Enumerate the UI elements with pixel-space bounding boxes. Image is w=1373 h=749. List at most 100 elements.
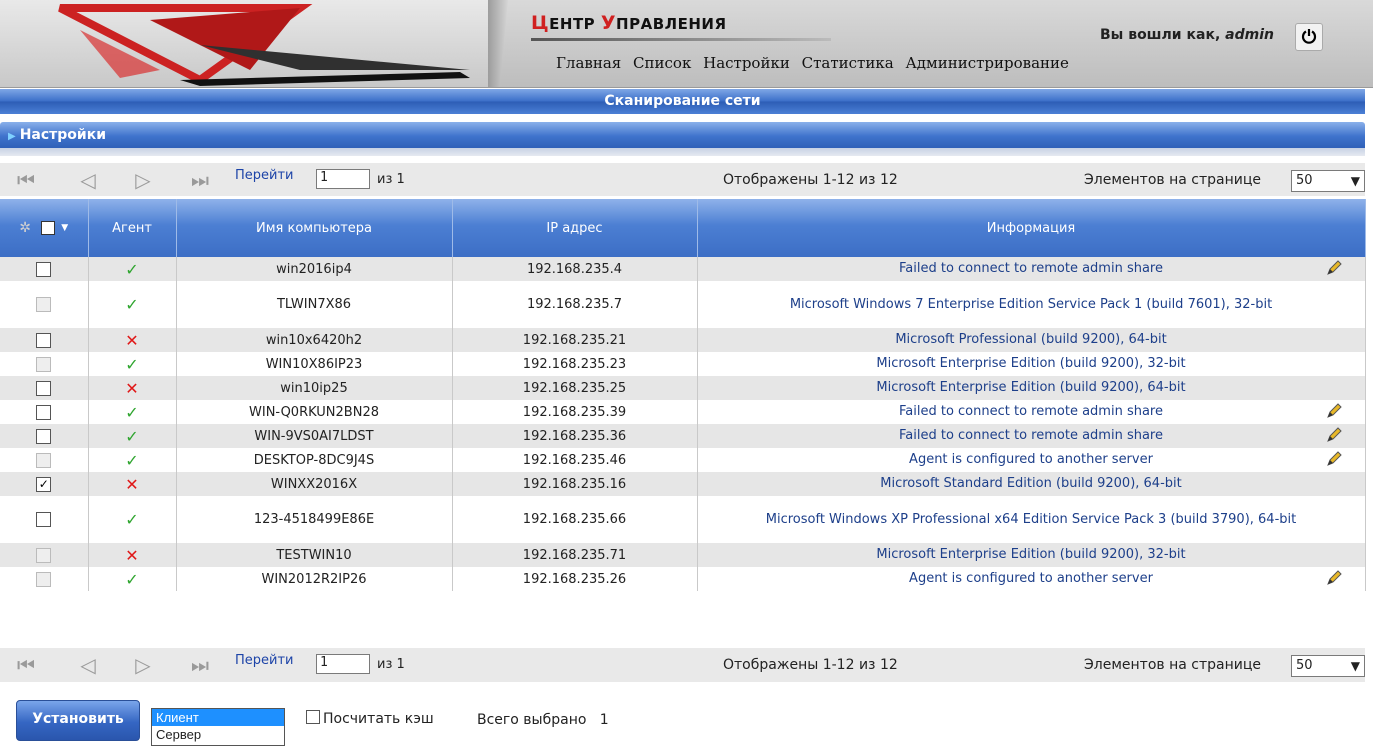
role-option-client[interactable]: Клиент	[152, 709, 284, 726]
row-checkbox[interactable]	[36, 332, 52, 348]
cross-icon: ✕	[125, 378, 139, 398]
ip-address-cell: 192.168.235.4	[452, 257, 698, 281]
table-row[interactable]: ✕ win10x6420h2 192.168.235.21 Microsoft Pro…	[0, 328, 1366, 352]
table-row[interactable]: ✕ TESTWIN10 192.168.235.71 Microsoft Enterp…	[0, 543, 1366, 567]
role-option-server[interactable]: Сервер	[152, 726, 284, 743]
gear-icon[interactable]: ✲	[19, 220, 31, 236]
table-row[interactable]: ✓ 123-4518499E86E 192.168.235.66 Microsoft …	[0, 496, 1366, 543]
first-page-icon[interactable]: ⏮	[14, 654, 38, 676]
login-prefix: Вы вошли как,	[1100, 27, 1221, 43]
per-page-select[interactable]: 50 ▼	[1291, 655, 1365, 677]
agent-cell: ✓	[88, 496, 177, 543]
info-cell: Microsoft Windows 7 Enterprise Edition S…	[697, 281, 1366, 328]
header-separator	[488, 0, 508, 87]
computer-name-cell: WINXX2016X	[176, 472, 453, 496]
total-selected-value: 1	[599, 712, 609, 728]
logout-button[interactable]	[1295, 23, 1323, 51]
row-checkbox[interactable]	[36, 404, 52, 420]
pager-top: ⏮ ◁ ▷ ⏭ Перейти 1 из 1 Отображены 1-12 и…	[0, 163, 1365, 196]
edit-pencil-icon[interactable]	[1325, 450, 1343, 468]
nav-statistics[interactable]: Статистика	[802, 54, 894, 72]
row-checkbox[interactable]	[36, 428, 52, 444]
row-checkbox	[36, 547, 52, 563]
check-icon: ✓	[125, 450, 139, 470]
column-header-agent[interactable]: Агент	[88, 199, 177, 257]
table-row[interactable]: ✓ WIN-Q0RKUN2BN28 192.168.235.39 Failed to …	[0, 400, 1366, 424]
count-cache-checkbox[interactable]: Посчитать кэш	[306, 710, 434, 727]
info-text: Microsoft Professional (build 9200), 64-…	[895, 332, 1167, 347]
page-number-input[interactable]: 1	[316, 654, 370, 674]
check-icon: ✓	[125, 426, 139, 446]
computer-name-cell: 123-4518499E86E	[176, 496, 453, 543]
per-page-select[interactable]: 50 ▼	[1291, 170, 1365, 192]
edit-pencil-icon[interactable]	[1325, 259, 1343, 277]
table-row[interactable]: ✓ WIN10X86IP23 192.168.235.23 Microsoft Ent…	[0, 352, 1366, 376]
ip-address-cell: 192.168.235.23	[452, 352, 698, 376]
table-row[interactable]: ✓ DESKTOP-8DC9J4S 192.168.235.46 Agent is c…	[0, 448, 1366, 472]
ip-address-cell: 192.168.235.7	[452, 281, 698, 328]
table-row[interactable]: ✓ ✕ WINXX2016X 192.168.235.16 Microsoft Stan…	[0, 472, 1366, 496]
computer-name-cell: win10ip25	[176, 376, 453, 400]
settings-title: Настройки	[19, 127, 107, 143]
first-page-icon[interactable]: ⏮	[14, 169, 38, 191]
last-page-icon[interactable]: ⏭	[188, 654, 212, 676]
prev-page-icon[interactable]: ◁	[76, 169, 100, 191]
row-select-cell: ✓	[0, 472, 89, 496]
next-page-icon[interactable]: ▷	[131, 654, 155, 676]
info-cell: Agent is configured to another server	[697, 567, 1366, 591]
row-checkbox[interactable]	[36, 261, 52, 277]
table-row[interactable]: ✓ win2016ip4 192.168.235.4 Failed to connec…	[0, 257, 1366, 281]
ip-address-cell: 192.168.235.66	[452, 496, 698, 543]
go-to-page-link[interactable]: Перейти	[235, 653, 294, 668]
table-row[interactable]: ✓ WIN2012R2IP26 192.168.235.26 Agent is con…	[0, 567, 1366, 591]
page-number-input[interactable]: 1	[316, 169, 370, 189]
app-title: ЦЕНТР УПРАВЛЕНИЯ	[531, 12, 727, 34]
info-cell: Microsoft Standard Edition (build 9200),…	[697, 472, 1366, 496]
info-text: Failed to connect to remote admin share	[899, 404, 1163, 419]
install-button[interactable]: Установить	[16, 700, 140, 741]
column-header-ip[interactable]: IP адрес	[452, 199, 698, 257]
info-text: Microsoft Standard Edition (build 9200),…	[880, 476, 1182, 491]
row-select-cell	[0, 376, 89, 400]
chevron-down-icon: ▼	[1350, 659, 1360, 673]
go-to-page-link[interactable]: Перейти	[235, 168, 294, 183]
info-cell: Microsoft Enterprise Edition (build 9200…	[697, 376, 1366, 400]
ip-address-cell: 192.168.235.21	[452, 328, 698, 352]
nav-list[interactable]: Список	[633, 54, 691, 72]
nav-administration[interactable]: Администрирование	[905, 54, 1068, 72]
row-select-cell	[0, 328, 89, 352]
row-select-cell	[0, 448, 89, 472]
column-header-info[interactable]: Информация	[697, 199, 1366, 257]
table-row[interactable]: ✓ WIN-9VS0AI7LDST 192.168.235.36 Failed to …	[0, 424, 1366, 448]
title-underline	[531, 38, 831, 41]
next-page-icon[interactable]: ▷	[131, 169, 155, 191]
checkbox-box[interactable]	[306, 710, 320, 724]
page-total: из 1	[377, 657, 405, 672]
row-checkbox[interactable]	[36, 512, 52, 527]
prev-page-icon[interactable]: ◁	[76, 654, 100, 676]
table-row[interactable]: ✕ win10ip25 192.168.235.25 Microsoft Enterp…	[0, 376, 1366, 400]
agent-cell: ✕	[88, 472, 177, 496]
nav-settings[interactable]: Настройки	[703, 54, 790, 72]
last-page-icon[interactable]: ⏭	[188, 169, 212, 191]
info-text: Microsoft Enterprise Edition (build 9200…	[876, 356, 1186, 371]
edit-pencil-icon[interactable]	[1325, 569, 1343, 587]
shown-count: Отображены 1-12 из 12	[723, 657, 898, 673]
info-text: Microsoft Enterprise Edition (build 9200…	[876, 547, 1186, 562]
edit-pencil-icon[interactable]	[1325, 426, 1343, 444]
total-selected-label: Всего выбрано	[477, 712, 587, 728]
row-select-cell	[0, 543, 89, 567]
nav-home[interactable]: Главная	[556, 54, 621, 72]
count-cache-label: Посчитать кэш	[323, 711, 434, 727]
chevron-down-icon[interactable]: ▼	[61, 223, 68, 233]
edit-pencil-icon[interactable]	[1325, 402, 1343, 420]
logo-graphic	[58, 4, 470, 86]
ip-address-cell: 192.168.235.71	[452, 543, 698, 567]
settings-panel[interactable]: ▶ Настройки	[0, 122, 1365, 159]
row-checkbox[interactable]: ✓	[36, 476, 52, 492]
role-listbox[interactable]: Клиент Сервер	[151, 708, 285, 746]
row-checkbox[interactable]	[36, 380, 52, 396]
select-all-checkbox[interactable]	[41, 221, 56, 235]
table-row[interactable]: ✓ TLWIN7X86 192.168.235.7 Microsoft Windows…	[0, 281, 1366, 328]
column-header-computer-name[interactable]: Имя компьютера	[176, 199, 453, 257]
